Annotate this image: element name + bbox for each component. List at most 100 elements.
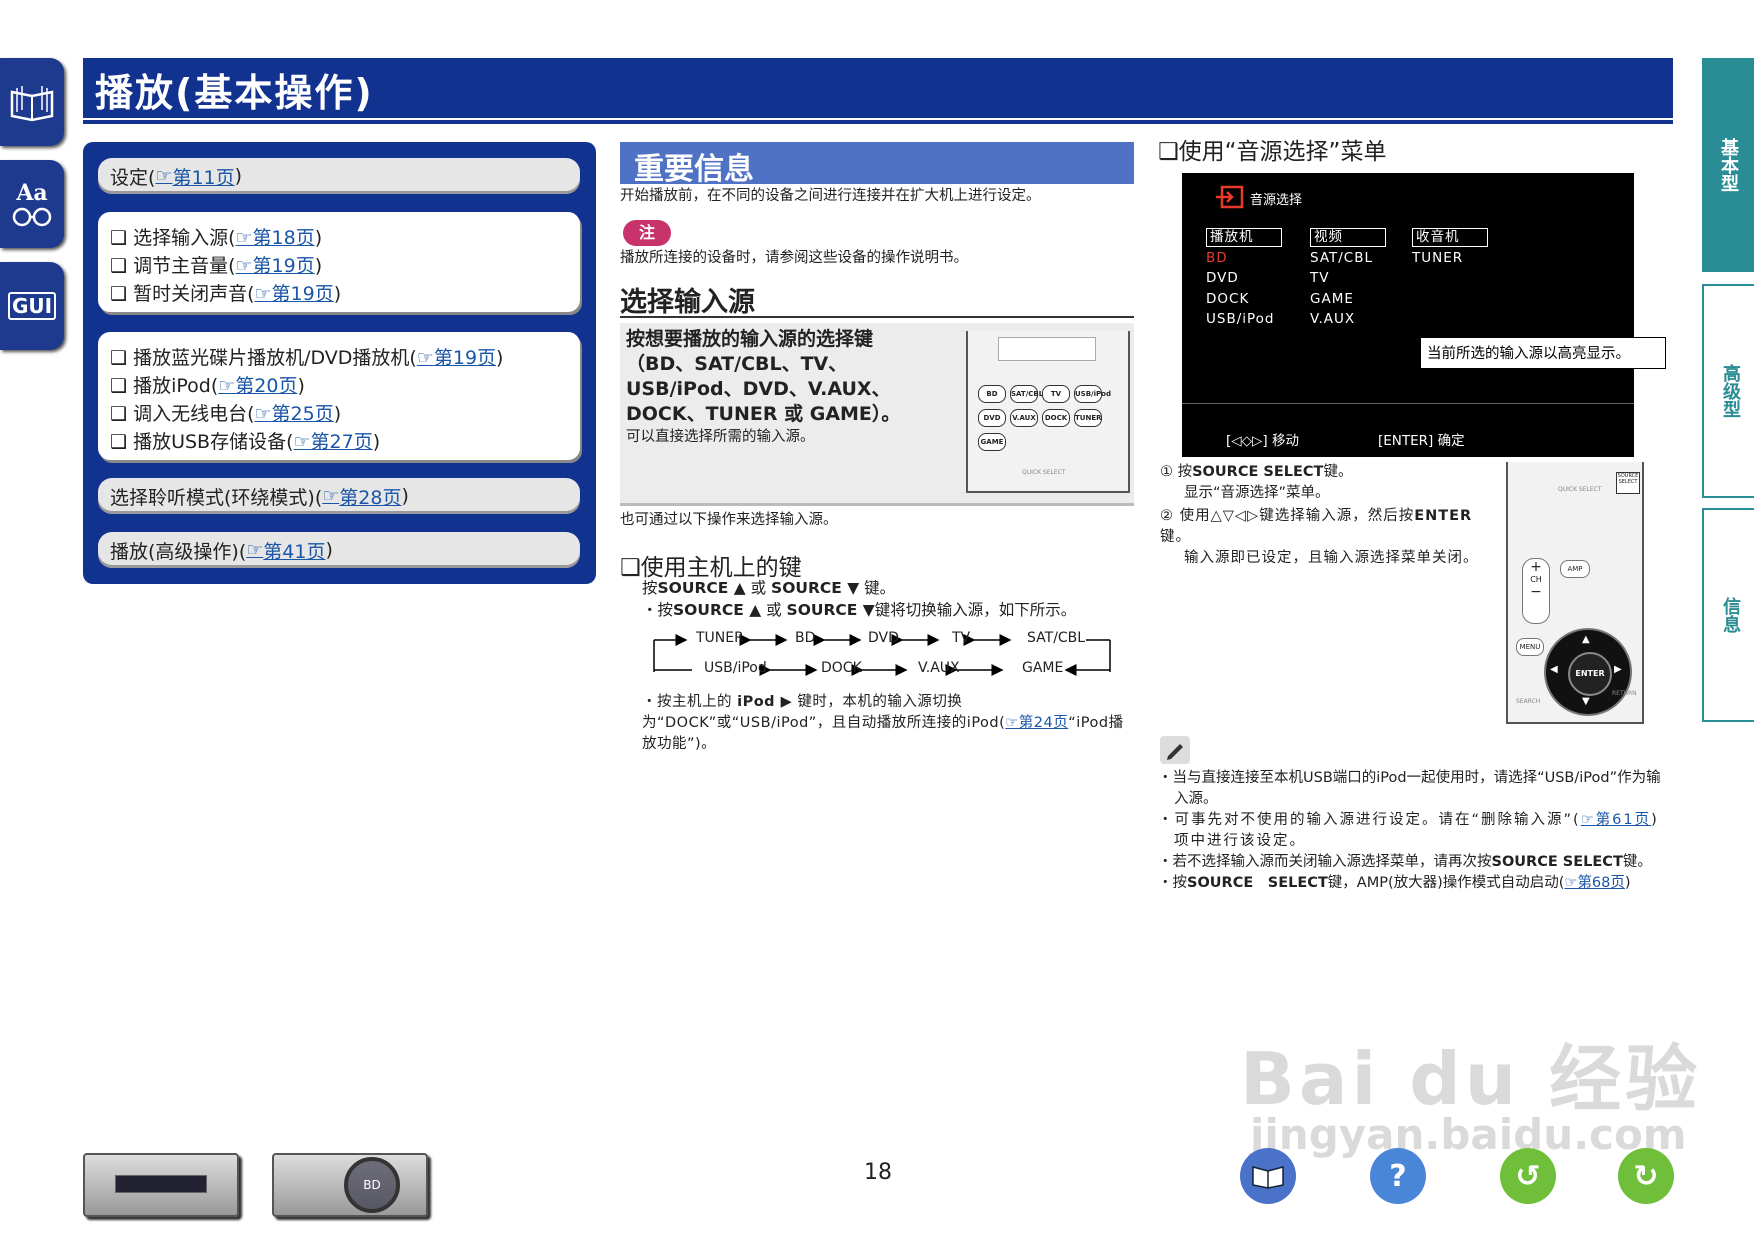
hand-icon: ☞ — [235, 255, 253, 277]
instruction-line: 按想要播放的输入源的选择键 — [626, 328, 874, 350]
left-arrow-icon[interactable]: ◀ — [1550, 664, 1558, 675]
ipod-ref-link[interactable]: 第24页 — [1019, 715, 1068, 731]
source-item[interactable]: SAT/CBL — [1310, 248, 1386, 269]
remote-window — [998, 337, 1096, 361]
remote-quick-select: BD SAT/CBL TV USB/iPod DVD V.AUX DOCK TU… — [966, 331, 1130, 493]
source-item[interactable]: TV — [1310, 268, 1386, 289]
dpad[interactable]: ENTER ▲ ▼ ◀ ▶ — [1544, 628, 1632, 716]
nav-settings-ref[interactable]: 第11页 — [172, 163, 234, 190]
device-rear-button[interactable]: BD — [272, 1153, 428, 1217]
tab-contents[interactable] — [0, 58, 64, 146]
hand-icon: ☞ — [293, 431, 311, 453]
step-1: ① 按SOURCE SELECT键。 显示“音源选择”菜单。 — [1160, 462, 1500, 504]
flow-dock: DOCK — [821, 660, 862, 676]
back-button[interactable]: ↺ — [1500, 1148, 1556, 1204]
remote-btn-vaux[interactable]: V.AUX — [1010, 409, 1038, 427]
col-header: 播放机 — [1206, 228, 1282, 247]
nav-advanced[interactable]: 播放(高级操作)(☞ 第41页) — [98, 532, 580, 568]
nav-item-ref[interactable]: 第20页 — [235, 375, 297, 397]
source-select-button[interactable]: SOURCE SELECT — [1616, 472, 1640, 494]
help-button[interactable]: ? — [1370, 1148, 1426, 1204]
down-arrow-icon[interactable]: ▼ — [1582, 696, 1590, 707]
help-icon: ? — [1389, 1158, 1407, 1194]
up-arrow-icon[interactable]: ▲ — [1582, 634, 1590, 645]
remote-btn-dvd[interactable]: DVD — [978, 409, 1006, 427]
device-front-button[interactable] — [83, 1153, 239, 1217]
ch-button[interactable]: + CH − — [1522, 558, 1550, 624]
ch-label: CH — [1530, 575, 1542, 584]
nav-panel: 设定(☞ 第11页) ❑ 选择输入源(☞第18页) ❑ 调节主音量(☞第19页) … — [83, 142, 596, 584]
tab-advanced[interactable]: 高级型 — [1702, 284, 1754, 498]
instruction-line: （BD、SAT/CBL、TV、 — [626, 353, 848, 375]
source-item[interactable]: V.AUX — [1310, 309, 1386, 330]
menu-title: ❑使用“音源选择”菜单 — [1158, 139, 1387, 165]
nav-item-ref[interactable]: 第25页 — [272, 403, 334, 425]
note-ref-link[interactable]: 第68页 — [1577, 875, 1624, 891]
tab-index[interactable]: Aa — [0, 160, 64, 248]
source-item[interactable]: USB/iPod — [1206, 309, 1282, 330]
nav-item-radio[interactable]: ❑ 调入无线电台(☞第25页) — [110, 400, 568, 428]
nav-surround[interactable]: 选择聆听模式(环绕模式)(☞ 第28页) — [98, 478, 580, 514]
note-ref-link[interactable]: 第61页 — [1596, 812, 1651, 828]
flow-bd: BD — [795, 630, 816, 646]
contents-button[interactable] — [1240, 1148, 1296, 1204]
remote-btn-tuner[interactable]: TUNER — [1074, 409, 1102, 427]
nav-item-ref[interactable]: 第19页 — [434, 347, 496, 369]
tab-info[interactable]: 信息 — [1702, 508, 1754, 722]
amp-button[interactable]: AMP — [1560, 560, 1590, 578]
nav-item-ref[interactable]: 第19页 — [253, 255, 315, 277]
nav-item-ref[interactable]: 第19页 — [272, 283, 334, 305]
nav-item-bd-dvd[interactable]: ❑ 播放蓝光碟片播放机/DVD播放机(☞第19页) — [110, 344, 568, 372]
note-text: 播放所连接的设备时，请参阅这些设备的操作说明书。 — [620, 250, 968, 266]
tab-gui[interactable]: GUI — [0, 262, 64, 350]
screen-col-video: 视频 SAT/CBL TV GAME V.AUX — [1310, 227, 1386, 330]
nav-item-select-input[interactable]: ❑ 选择输入源(☞第18页) — [110, 224, 568, 252]
tab-basic[interactable]: 基本型 — [1702, 58, 1754, 272]
nav-item-volume[interactable]: ❑ 调节主音量(☞第19页) — [110, 252, 568, 280]
nav-advanced-ref[interactable]: 第41页 — [263, 537, 325, 564]
input-icon — [1216, 185, 1244, 209]
return-button[interactable]: RETURN — [1612, 690, 1637, 697]
text: ) — [1624, 875, 1631, 891]
forward-button[interactable]: ↻ — [1618, 1148, 1674, 1204]
text: ① 按 — [1160, 464, 1193, 480]
source-item[interactable]: TUNER — [1412, 248, 1488, 269]
remote-btn-dock[interactable]: DOCK — [1042, 409, 1070, 427]
step-1-sub: 显示“音源选择”菜单。 — [1184, 485, 1330, 501]
menu-button[interactable]: MENU — [1516, 638, 1544, 656]
nav-item-mute[interactable]: ❑ 暂时关闭声音(☞第19页) — [110, 280, 568, 308]
text: 或 — [761, 601, 787, 619]
remote-btn-usb[interactable]: USB/iPod — [1074, 385, 1111, 403]
source-select-screen: 音源选择 播放机 BD DVD DOCK USB/iPod 视频 SAT/CBL… — [1182, 173, 1634, 457]
remote-btn-game[interactable]: GAME — [978, 433, 1006, 451]
important-title: 重要信息 — [634, 152, 754, 187]
source-item[interactable]: DOCK — [1206, 289, 1282, 310]
remote-btn-tv[interactable]: TV — [1042, 385, 1070, 403]
section-rule — [620, 316, 1134, 318]
nav-item-ref[interactable]: 第18页 — [253, 227, 315, 249]
right-arrow-icon[interactable]: ▶ — [1614, 664, 1622, 675]
tab-info-label: 信息 — [1720, 597, 1741, 633]
enter-button[interactable]: ENTER — [1568, 652, 1612, 696]
nav-surround-label: 选择聆听模式(环绕模式)( — [110, 486, 323, 509]
nav-settings[interactable]: 设定(☞ 第11页) — [98, 158, 580, 194]
source-item[interactable]: GAME — [1310, 289, 1386, 310]
source-item-selected[interactable]: BD — [1206, 248, 1282, 269]
text: ・按 — [1158, 875, 1187, 891]
nav-item-usb[interactable]: ❑ 播放USB存储设备(☞第27页) — [110, 428, 568, 456]
text: 键，AMP(放大器)操作模式自动启动( — [1327, 875, 1565, 891]
screen-divider — [1182, 403, 1634, 404]
text: ・按主机上的 — [642, 694, 738, 710]
nav-item-ipod[interactable]: ❑ 播放iPod(☞第20页) — [110, 372, 568, 400]
source-item[interactable]: DVD — [1206, 268, 1282, 289]
remote-btn-bd[interactable]: BD — [978, 385, 1006, 403]
nav-close-paren: ) — [333, 283, 342, 305]
nav-item-label: ❑ 选择输入源( — [110, 227, 236, 249]
nav-surround-ref[interactable]: 第28页 — [339, 483, 401, 510]
instruction-line: DOCK、TUNER 或 GAME）。 — [626, 403, 901, 425]
remote-btn-sat[interactable]: SAT/CBL — [1010, 385, 1043, 403]
search-button[interactable]: SEARCH — [1516, 698, 1540, 705]
nav-close-paren: ) — [325, 539, 333, 561]
text: 键将切换输入源，如下所示。 — [874, 601, 1077, 619]
nav-item-ref[interactable]: 第27页 — [311, 431, 373, 453]
